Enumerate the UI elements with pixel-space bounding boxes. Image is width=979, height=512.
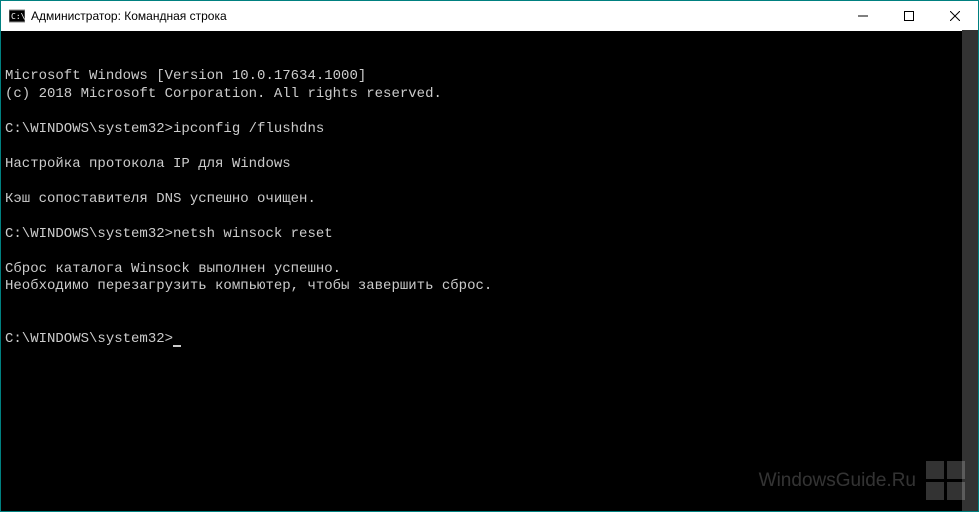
terminal-line: [5, 313, 974, 331]
terminal-line: Необходимо перезагрузить компьютер, чтоб…: [5, 278, 974, 296]
cursor: [173, 345, 181, 347]
close-button[interactable]: [932, 1, 978, 30]
cmd-icon: C:\: [9, 8, 25, 24]
svg-text:C:\: C:\: [11, 12, 25, 21]
titlebar[interactable]: C:\ Администратор: Командная строка: [1, 1, 978, 31]
window-title: Администратор: Командная строка: [31, 9, 840, 23]
terminal-area[interactable]: Microsoft Windows [Version 10.0.17634.10…: [1, 31, 978, 511]
terminal-line: Сброс каталога Winsock выполнен успешно.: [5, 261, 974, 279]
maximize-button[interactable]: [886, 1, 932, 30]
terminal-line: [5, 173, 974, 191]
terminal-line: [5, 138, 974, 156]
terminal-line: C:\WINDOWS\system32>netsh winsock reset: [5, 226, 974, 244]
terminal-line: [5, 103, 974, 121]
terminal-line: (c) 2018 Microsoft Corporation. All righ…: [5, 86, 974, 104]
minimize-button[interactable]: [840, 1, 886, 30]
terminal-line: C:\WINDOWS\system32>: [5, 331, 974, 349]
terminal-line: Кэш сопоставителя DNS успешно очищен.: [5, 191, 974, 209]
terminal-line: C:\WINDOWS\system32>ipconfig /flushdns: [5, 121, 974, 139]
terminal-line: [5, 243, 974, 261]
terminal-line: [5, 296, 974, 314]
terminal-line: [5, 208, 974, 226]
scrollbar[interactable]: [962, 30, 978, 511]
scroll-thumb[interactable]: [962, 30, 978, 511]
terminal-output: Microsoft Windows [Version 10.0.17634.10…: [5, 68, 974, 348]
terminal-line: Microsoft Windows [Version 10.0.17634.10…: [5, 68, 974, 86]
terminal-line: Настройка протокола IP для Windows: [5, 156, 974, 174]
command-prompt-window: C:\ Администратор: Командная строка Micr…: [0, 0, 979, 512]
window-controls: [840, 1, 978, 31]
